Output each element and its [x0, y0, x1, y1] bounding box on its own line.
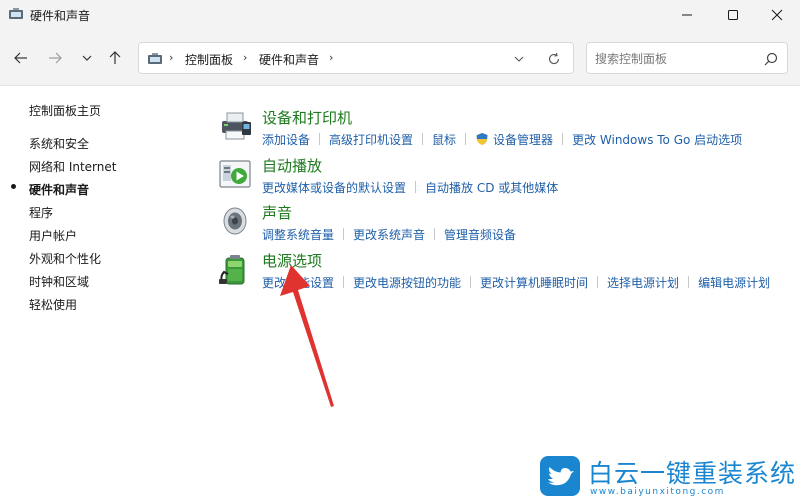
category-devices-printers: 设备和打印机 添加设备 高级打印机设置 鼠标 设备管理器 更改 Windows … — [218, 107, 798, 153]
link-choose-power-plan[interactable]: 选择电源计划 — [607, 274, 679, 291]
forward-button[interactable] — [42, 46, 68, 70]
category-links: 更改媒体或设备的默认设置 自动播放 CD 或其他媒体 — [262, 179, 558, 195]
address-history-button[interactable] — [511, 51, 527, 67]
category-sound: 声音 调整系统音量 更改系统声音 管理音频设备 — [218, 202, 798, 248]
watermark: 白云一键重装系统 www.baiyunxitong.com — [540, 454, 797, 500]
sidebar-item-clock-region[interactable]: 时钟和区域 — [29, 273, 89, 290]
link-manage-audio-devices[interactable]: 管理音频设备 — [444, 226, 516, 243]
arrow-left-icon — [14, 52, 27, 64]
minimize-button[interactable] — [664, 0, 710, 30]
breadcrumb-separator[interactable]: › — [169, 51, 173, 64]
link-separator — [415, 181, 417, 193]
link-change-system-sounds[interactable]: 更改系统声音 — [353, 226, 425, 243]
maximize-button[interactable] — [710, 0, 756, 30]
link-separator — [434, 228, 436, 240]
link-windows-to-go[interactable]: 更改 Windows To Go 启动选项 — [572, 131, 742, 148]
category-autoplay: 自动播放 更改媒体或设备的默认设置 自动播放 CD 或其他媒体 — [218, 155, 798, 201]
sidebar-item-ease-of-access[interactable]: 轻松使用 — [29, 296, 77, 313]
sidebar-item-appearance[interactable]: 外观和个性化 — [29, 250, 101, 267]
link-mouse[interactable]: 鼠标 — [432, 131, 456, 148]
link-advanced-printer-settings[interactable]: 高级打印机设置 — [329, 131, 413, 148]
category-title[interactable]: 电源选项 — [262, 250, 322, 271]
window-title: 硬件和声音 — [30, 9, 91, 23]
search-input[interactable] — [595, 49, 755, 69]
watermark-title: 白云一键重装系统 — [588, 459, 797, 488]
category-links: 添加设备 高级打印机设置 鼠标 设备管理器 更改 Windows To Go 启… — [262, 131, 742, 147]
address-bar[interactable]: › 控制面板 › 硬件和声音 › — [138, 42, 574, 74]
link-edit-power-plan[interactable]: 编辑电源计划 — [698, 274, 770, 291]
link-autoplay-cd[interactable]: 自动播放 CD 或其他媒体 — [425, 179, 558, 196]
arrow-up-icon — [109, 51, 121, 64]
minimize-icon — [682, 14, 692, 16]
link-adjust-volume[interactable]: 调整系统音量 — [262, 226, 334, 243]
watermark-url: www.baiyunxitong.com — [590, 487, 725, 497]
speaker-icon — [223, 207, 247, 235]
link-separator — [319, 133, 321, 145]
recent-locations-button[interactable] — [74, 46, 100, 70]
link-separator — [465, 133, 467, 145]
autoplay-icon — [219, 160, 251, 188]
link-separator — [562, 133, 564, 145]
sidebar-item-system-security[interactable]: 系统和安全 — [29, 135, 89, 152]
close-button[interactable] — [754, 0, 800, 30]
bird-logo-icon — [540, 456, 580, 496]
category-links: 调整系统音量 更改系统声音 管理音频设备 — [262, 226, 516, 242]
battery-icon — [219, 255, 245, 285]
link-change-power-saving[interactable]: 更改节能设置 — [262, 274, 334, 291]
link-separator — [343, 276, 345, 288]
link-separator — [597, 276, 599, 288]
breadcrumb-hardware-sound[interactable]: 硬件和声音 — [259, 51, 319, 68]
breadcrumb-separator[interactable]: › — [329, 51, 333, 64]
title-bar: 硬件和声音 — [0, 0, 800, 30]
chevron-down-icon — [82, 55, 92, 61]
link-separator — [688, 276, 690, 288]
category-links: 更改节能设置 更改电源按钮的功能 更改计算机睡眠时间 选择电源计划 编辑电源计划 — [262, 274, 770, 290]
breadcrumb-control-panel[interactable]: 控制面板 — [185, 51, 233, 68]
sidebar-item-programs[interactable]: 程序 — [29, 204, 53, 221]
sidebar: 控制面板主页 系统和安全 网络和 Internet 硬件和声音 程序 用户帐户 … — [0, 86, 200, 386]
arrow-right-icon — [49, 52, 62, 64]
link-power-button-function[interactable]: 更改电源按钮的功能 — [353, 274, 461, 291]
search-icon[interactable] — [763, 51, 779, 67]
category-power-options: 电源选项 更改节能设置 更改电源按钮的功能 更改计算机睡眠时间 选择电源计划 编… — [218, 250, 798, 296]
link-add-device[interactable]: 添加设备 — [262, 131, 310, 148]
printer-icon — [222, 112, 251, 140]
category-title[interactable]: 声音 — [262, 202, 292, 223]
maximize-icon — [728, 10, 738, 20]
refresh-button[interactable] — [545, 50, 563, 68]
link-separator — [343, 228, 345, 240]
category-title[interactable]: 设备和打印机 — [262, 107, 352, 128]
link-sleep-time[interactable]: 更改计算机睡眠时间 — [480, 274, 588, 291]
link-separator — [422, 133, 424, 145]
search-box[interactable] — [586, 42, 788, 74]
back-button[interactable] — [8, 46, 34, 70]
refresh-icon — [548, 52, 560, 65]
up-button[interactable] — [102, 46, 128, 70]
link-change-default-settings[interactable]: 更改媒体或设备的默认设置 — [262, 179, 406, 196]
breadcrumb-separator[interactable]: › — [243, 51, 247, 64]
category-title[interactable]: 自动播放 — [262, 155, 322, 176]
sidebar-item-hardware-sound[interactable]: 硬件和声音 — [29, 181, 89, 198]
close-icon — [771, 9, 783, 21]
sidebar-item-network[interactable]: 网络和 Internet — [29, 158, 116, 175]
navigation-bar: › 控制面板 › 硬件和声音 › — [0, 30, 800, 86]
control-panel-icon — [9, 8, 23, 19]
chevron-down-icon — [514, 56, 524, 62]
sidebar-item-user-accounts[interactable]: 用户帐户 — [29, 227, 77, 244]
sidebar-item-home[interactable]: 控制面板主页 — [29, 102, 101, 119]
link-separator — [470, 276, 472, 288]
active-indicator — [11, 184, 16, 189]
link-device-manager[interactable]: 设备管理器 — [493, 131, 553, 148]
uac-shield-icon — [476, 133, 488, 145]
control-panel-icon — [148, 53, 162, 64]
